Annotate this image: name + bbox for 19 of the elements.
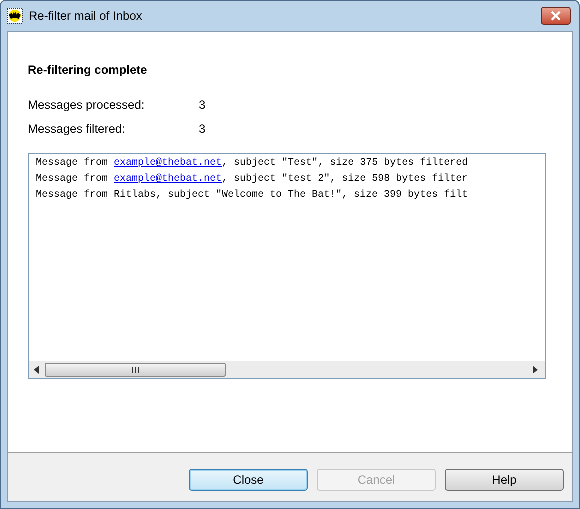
email-link[interactable]: example@thebat.net — [114, 174, 222, 185]
scroll-left-icon[interactable] — [34, 366, 40, 374]
status-heading: Re-filtering complete — [28, 62, 148, 79]
stat-value: 3 — [199, 97, 206, 114]
help-button[interactable]: Help — [445, 469, 564, 491]
close-button[interactable]: Close — [189, 469, 308, 491]
log-line: Message from example@thebat.net, subject "Test", size 375 bytes filtered — [36, 156, 470, 171]
log-line: Message from example@thebat.net, subject "test 2", size 598 bytes filter — [36, 172, 470, 187]
email-link[interactable]: example@thebat.net — [114, 158, 222, 169]
stat-label: Messages filtered: — [28, 121, 126, 138]
scroll-thumb[interactable] — [45, 362, 226, 376]
log-line: Message from Ritlabs, subject "Welcome to The Bat!", size 399 bytes filt — [36, 188, 470, 203]
scroll-right-icon[interactable] — [533, 366, 539, 374]
stat-label: Messages processed: — [28, 97, 146, 114]
window-title: Re-filter mail of Inbox — [29, 8, 142, 25]
horizontal-scrollbar[interactable] — [29, 361, 545, 378]
stat-value: 3 — [199, 121, 206, 138]
close-icon[interactable] — [541, 7, 571, 25]
bat-logo-icon — [7, 8, 23, 24]
